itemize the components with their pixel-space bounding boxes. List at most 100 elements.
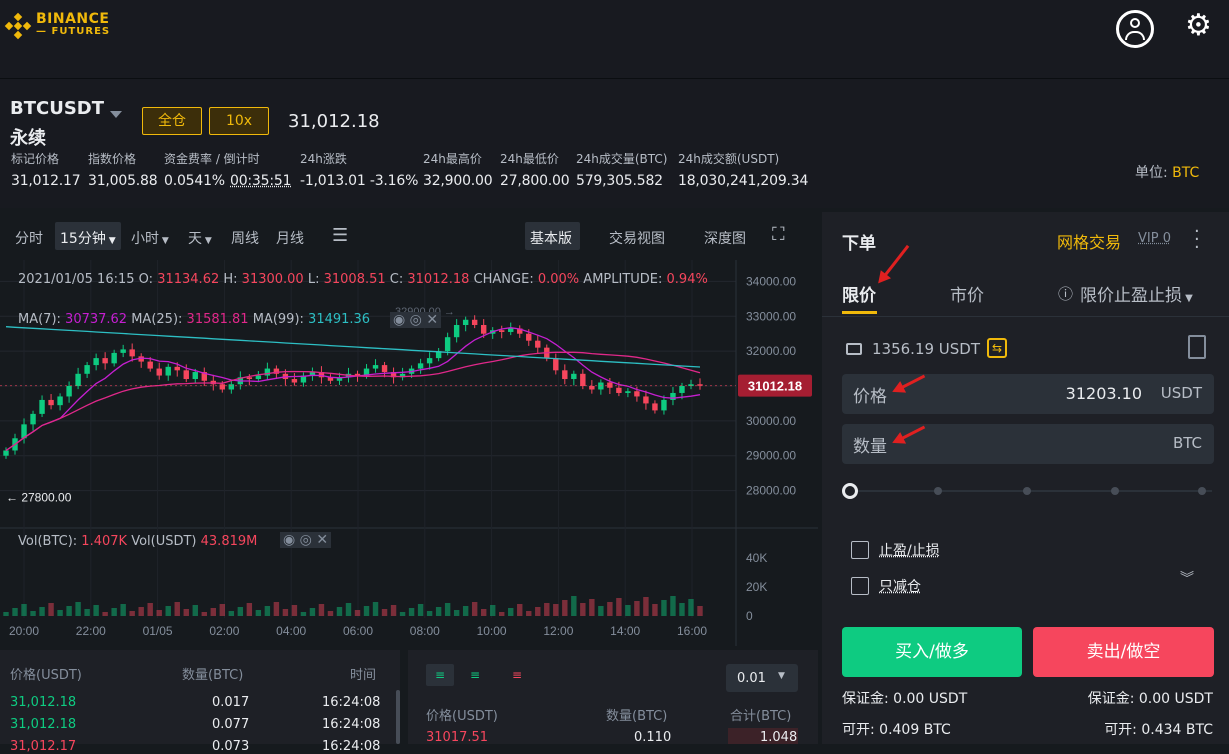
volume-bar (589, 599, 595, 616)
ma25-value: 31581.81 (186, 312, 249, 327)
low-price-marker: ← 27800.00 (6, 491, 72, 505)
candle (102, 358, 108, 364)
ohlc-low: 31008.51 (323, 272, 386, 287)
slider-stop-75[interactable] (1111, 487, 1119, 495)
interval-15m[interactable]: 15分钟 ▼ (60, 228, 116, 248)
margin-mode-button[interactable]: 全仓 (142, 107, 202, 135)
last-price: 31,012.18 (288, 111, 380, 132)
account-icon[interactable] (1116, 10, 1154, 48)
interval-month[interactable]: 月线 (276, 228, 304, 248)
interval-time[interactable]: 分时 (15, 228, 43, 248)
vip-level[interactable]: VIP 0 (1138, 231, 1171, 246)
interval-hour[interactable]: 小时 ▼ (131, 228, 169, 248)
interval-week[interactable]: 周线 (231, 228, 259, 248)
trade-row-qty: 0.077 (212, 717, 250, 732)
ma-controls[interactable]: ◉ ◎ ✕ (390, 312, 442, 328)
candle (84, 365, 90, 374)
candle (129, 349, 135, 357)
buy-long-button[interactable]: 买入/做多 (842, 627, 1022, 677)
volume-bar (57, 610, 63, 616)
indicator-settings-icon[interactable]: ☰ (332, 227, 348, 245)
book-bids-icon[interactable]: ≡ (470, 664, 480, 686)
transfer-icon[interactable]: ⇆ (987, 338, 1007, 358)
volume-controls[interactable]: ◉ ◎ ✕ (280, 532, 332, 548)
leverage-button[interactable]: 10x (209, 107, 269, 135)
time-tick-label: 22:00 (76, 624, 106, 638)
fullscreen-icon[interactable]: ⛶ (772, 226, 785, 244)
tab-divider (822, 316, 1229, 317)
volume-bar (607, 602, 613, 616)
volume-bar (282, 609, 289, 616)
book-both-icon[interactable]: ≡ (426, 664, 454, 686)
view-basic[interactable]: 基本版 (530, 228, 572, 248)
candle (3, 450, 9, 456)
sell-short-button[interactable]: 卖出/做空 (1033, 627, 1214, 677)
slider-stop-100[interactable] (1198, 487, 1206, 495)
tp-sl-label[interactable]: 止盈/止损 (879, 540, 940, 560)
price-value[interactable]: 31203.10 (1066, 384, 1142, 403)
volume-bar (625, 605, 631, 616)
volume-bar (264, 606, 271, 616)
ohlc-c-label: C: (389, 272, 404, 287)
volume-bar (526, 611, 532, 616)
candle (156, 368, 162, 376)
tab-market[interactable]: 市价 (950, 281, 984, 306)
book-asks-icon[interactable]: ≡ (512, 664, 522, 686)
view-depth[interactable]: 深度图 (704, 228, 746, 248)
info-icon: ⓘ (1058, 285, 1074, 303)
volume-bar (228, 611, 235, 616)
settings-gear-icon[interactable]: ⚙ (1185, 11, 1212, 41)
volume-bar (679, 603, 685, 616)
volume-bar (471, 602, 478, 616)
grid-trading-link[interactable]: 网格交易 (1057, 229, 1121, 253)
volume-readout: Vol(BTC): 1.407K Vol(USDT) 43.819M (18, 534, 257, 549)
slider-stop-25[interactable] (934, 487, 942, 495)
time-tick-label: 16:00 (677, 624, 707, 638)
volume-bar (219, 604, 226, 616)
stat-mark-price: 31,012.17 (11, 173, 81, 189)
slider-stop-50[interactable] (1023, 487, 1031, 495)
volume-bar (21, 604, 27, 616)
tab-limit[interactable]: 限价 (842, 281, 876, 306)
stat-label-index: 指数价格 (88, 152, 137, 166)
volume-bar (93, 605, 99, 616)
candle (255, 375, 262, 380)
binance-logo-icon[interactable] (4, 12, 32, 44)
view-trading[interactable]: 交易视图 (609, 228, 665, 248)
tab-stop-limit[interactable]: 限价止盈止损 ▼ (1080, 281, 1193, 306)
more-menu-icon[interactable]: · · · (1194, 223, 1200, 257)
unit-value[interactable]: BTC (1172, 165, 1199, 181)
symbol-dropdown-icon[interactable] (110, 111, 122, 118)
time-tick-label: 06:00 (343, 624, 373, 638)
candle (372, 365, 379, 369)
slider-handle[interactable] (842, 483, 858, 499)
available-balance: 1356.19 USDT (872, 340, 981, 358)
precision-select[interactable]: 0.01 ▼ (726, 664, 798, 692)
price-tick-label: 33000.00 (746, 309, 796, 323)
candle (111, 352, 117, 364)
trades-header-time: 时间 (350, 668, 377, 683)
candle (625, 391, 631, 393)
trades-header-price: 价格(USDT) (10, 668, 82, 683)
ohlc-amplitude: 0.94% (666, 272, 708, 287)
candle (589, 386, 595, 390)
ohlc-o-label: O: (138, 272, 154, 287)
trades-scrollbar[interactable] (396, 690, 400, 744)
slider-track[interactable] (856, 490, 1212, 492)
reduce-only-checkbox[interactable] (851, 577, 869, 595)
expand-chevron-icon[interactable]: ︾ (1180, 568, 1194, 588)
volume-bar (75, 602, 81, 616)
price-tick-label: 29000.00 (746, 449, 796, 463)
price-tick-label: 34000.00 (746, 274, 796, 288)
ma7-value: 30737.62 (65, 312, 128, 327)
interval-day[interactable]: 天 ▼ (188, 228, 212, 248)
stat-label-change: 24h涨跌 (300, 152, 347, 166)
candle (670, 392, 676, 400)
reduce-only-label[interactable]: 只减仓 (879, 576, 921, 596)
calculator-icon[interactable] (1188, 335, 1206, 359)
volume-bar (553, 604, 559, 616)
volume-bar (174, 602, 180, 616)
tp-sl-checkbox[interactable] (851, 541, 869, 559)
interval-15m-label: 15分钟 (60, 231, 106, 247)
symbol-name[interactable]: BTCUSDT (10, 98, 104, 119)
